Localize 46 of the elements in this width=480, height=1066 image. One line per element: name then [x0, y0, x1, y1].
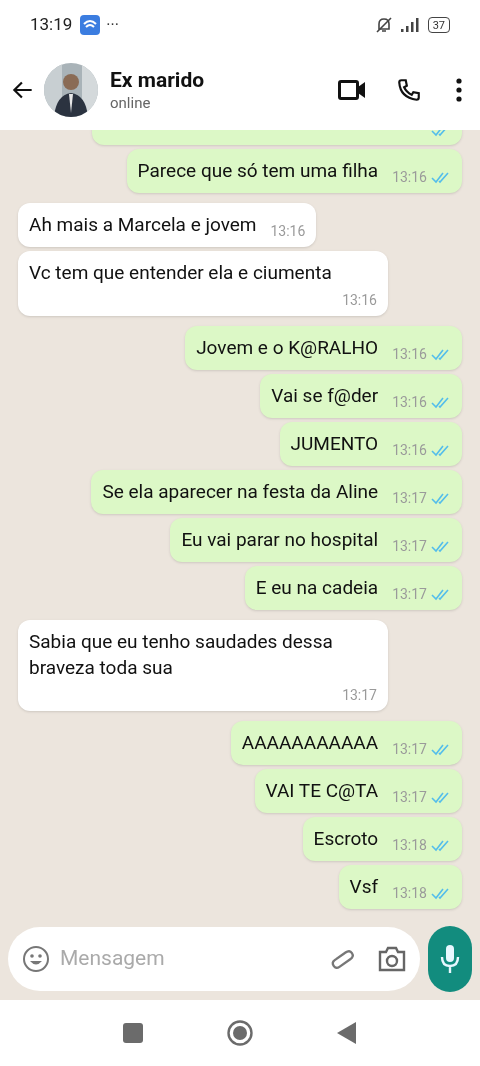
camera-icon[interactable] — [378, 946, 406, 972]
message-time: 13:16 — [392, 168, 427, 187]
message-time: 13:16 — [270, 222, 306, 241]
message-text: Vsf — [349, 874, 379, 900]
signal-icon — [399, 18, 422, 32]
message-time: 13:17 — [392, 537, 427, 556]
message-time: 13:16 — [392, 441, 427, 460]
message-text: Ah mais a Marcela e jovem — [29, 212, 257, 238]
emoji-icon[interactable] — [22, 945, 50, 973]
microphone-icon — [439, 944, 461, 974]
message-time: 13:18 — [392, 836, 427, 855]
message-text: JUMENTO — [290, 431, 379, 457]
more-options-icon[interactable] — [456, 78, 462, 102]
message-text: E eu na cadeia — [255, 575, 379, 601]
message-text: Vc tem que entender ela e ciumenta — [29, 260, 332, 286]
status-time: 13:19 — [30, 13, 73, 37]
contact-name: Ex marido — [110, 67, 205, 93]
message-time: 13:17 — [392, 740, 427, 759]
message-text: Jovem e o K@RALHO — [196, 335, 379, 361]
microphone-button[interactable] — [428, 926, 472, 992]
battery-indicator: 37 — [427, 17, 450, 33]
phone-icon[interactable] — [396, 77, 422, 103]
message-time: 13:16 — [392, 393, 427, 412]
message-time: 13:17 — [392, 788, 427, 807]
message-text: Se ela aparecer na festa da Aline — [102, 479, 379, 505]
message-time: 13:17 — [392, 585, 427, 604]
message-time: 13:18 — [392, 884, 427, 903]
message-time: 13:16 — [342, 291, 377, 310]
video-call-icon[interactable] — [338, 79, 366, 101]
contact-status: online — [110, 93, 152, 113]
message-text: AAAAAAAAAAA — [241, 730, 379, 756]
message-field[interactable]: Mensagem — [8, 927, 420, 991]
message-text: VAI TE C@TA — [265, 778, 379, 804]
app-icon — [80, 15, 101, 35]
message-text: Sabia que eu tenho saudades dessa braveza toda sua — [29, 629, 334, 681]
more-notifications: ··· — [106, 14, 119, 36]
home-icon[interactable] — [227, 1020, 253, 1046]
message-text: Parece que só tem uma filha — [137, 158, 379, 184]
message-text: Escroto — [313, 826, 379, 852]
message-time: 13:17 — [392, 489, 427, 508]
back-icon[interactable] — [337, 1022, 357, 1044]
message-input[interactable]: Mensagem — [60, 943, 328, 975]
message-time: 13:17 — [342, 686, 377, 705]
message-time: 13:16 — [392, 345, 427, 364]
message-text: Eu vai parar no hospital — [181, 527, 379, 553]
message-text: Vai se f@der — [271, 383, 379, 409]
